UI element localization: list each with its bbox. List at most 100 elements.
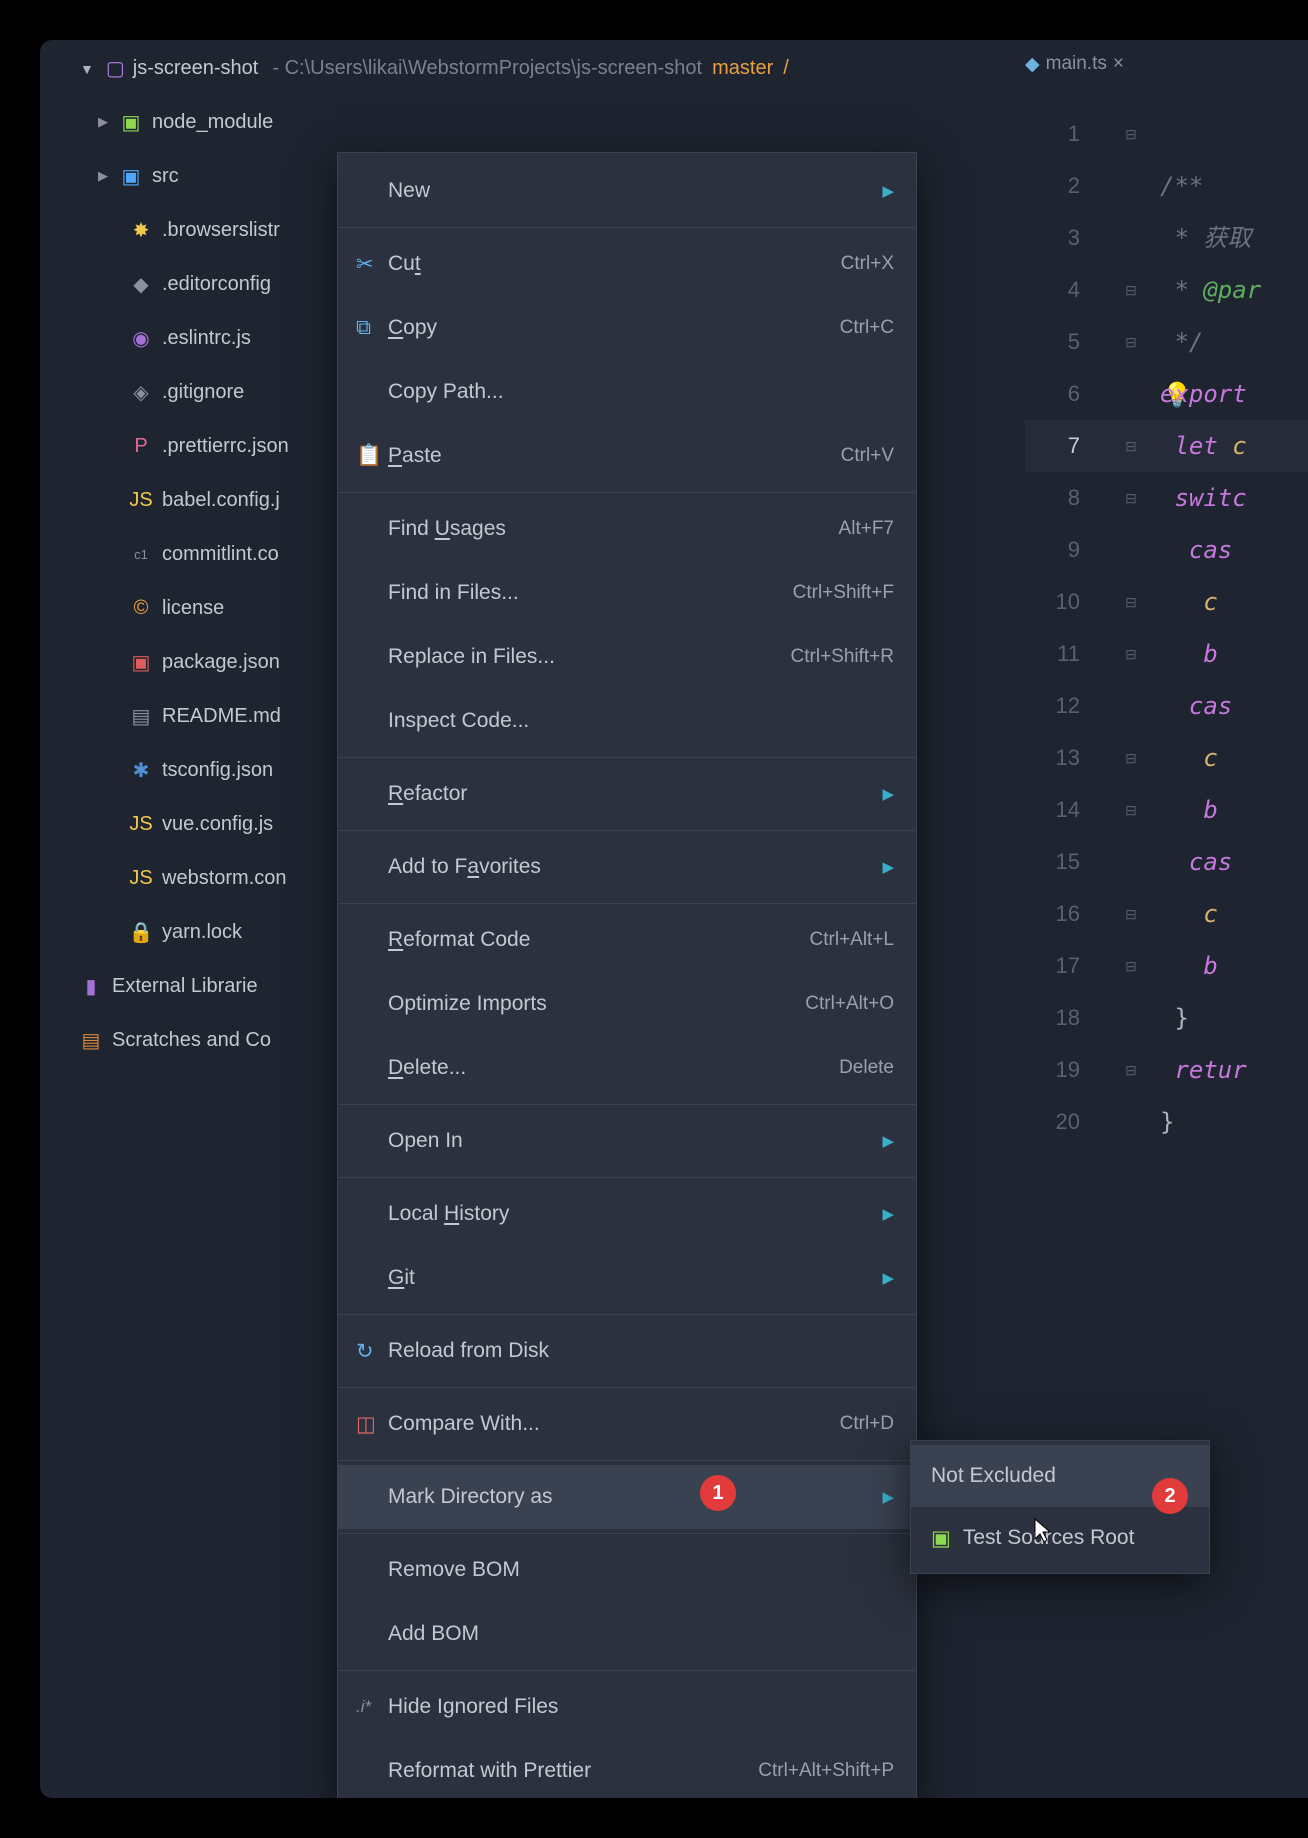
fold-marker-icon[interactable]: ⊟	[1116, 628, 1146, 680]
menu-label: Local History	[388, 1202, 874, 1226]
line-number[interactable]: 17	[1028, 940, 1080, 992]
tree-label: license	[162, 597, 224, 620]
submenu-test-sources[interactable]: ▣ Test Sources Root	[911, 1507, 1209, 1569]
annotation-badge-2: 2	[1152, 1478, 1188, 1514]
tree-label: .eslintrc.js	[162, 327, 251, 350]
line-number[interactable]: 20	[1028, 1096, 1080, 1148]
line-gutter: 1 2 3 4 5 6 7 8 9 10 11 12 13 14 15 16 1…	[1028, 108, 1080, 1148]
line-number[interactable]: 7	[1028, 420, 1080, 472]
menu-item[interactable]: ⧉CopyCtrl+C	[338, 296, 916, 360]
line-number[interactable]: 2	[1028, 160, 1080, 212]
branch-sep: /	[783, 57, 789, 80]
line-number[interactable]: 14	[1028, 784, 1080, 836]
file-icon: ◉	[130, 327, 152, 349]
tree-label: babel.config.j	[162, 489, 280, 512]
line-number[interactable]: 11	[1028, 628, 1080, 680]
menu-item[interactable]: ↻Reload from Disk	[338, 1319, 916, 1383]
code-editor[interactable]: /** * 获取 * @par */ export let c switc ca…	[1160, 108, 1308, 1200]
fold-marker-icon[interactable]: ⊟	[1116, 316, 1146, 368]
menu-separator	[338, 1387, 916, 1388]
code-token: @par	[1203, 276, 1261, 304]
menu-label: Git	[388, 1266, 874, 1290]
code-token: *	[1160, 276, 1203, 304]
fold-marker-icon[interactable]: ⊟	[1116, 108, 1146, 160]
menu-item[interactable]: Open In ▶	[338, 1109, 916, 1173]
menu-label: Copy	[388, 316, 840, 340]
menu-item[interactable]: Inspect Code...	[338, 689, 916, 753]
menu-item[interactable]: 📋PasteCtrl+V	[338, 424, 916, 488]
fold-marker-icon[interactable]: ⊟	[1116, 1044, 1146, 1096]
fold-marker-icon[interactable]: ⊟	[1116, 732, 1146, 784]
tree-label: node_module	[152, 111, 273, 134]
chevron-right-icon: ▶	[882, 785, 894, 803]
menu-item[interactable]: Add BOM	[338, 1602, 916, 1666]
fold-marker-icon[interactable]: ⊟	[1116, 472, 1146, 524]
editor-tab-main[interactable]: ◆ main.ts ×	[1025, 53, 1124, 76]
fold-marker-icon[interactable]: ⊟	[1116, 576, 1146, 628]
code-token: cas	[1189, 692, 1232, 720]
line-number[interactable]: 9	[1028, 524, 1080, 576]
line-number[interactable]: 6	[1028, 368, 1080, 420]
line-number[interactable]: 16	[1028, 888, 1080, 940]
code-token: }	[1160, 1108, 1174, 1136]
menu-item[interactable]: ◫Compare With...Ctrl+D	[338, 1392, 916, 1456]
menu-item[interactable]: Copy Path...	[338, 360, 916, 424]
line-number[interactable]: 5	[1028, 316, 1080, 368]
menu-item[interactable]: New▶	[338, 159, 916, 223]
close-icon[interactable]: ×	[1113, 53, 1124, 75]
menu-item[interactable]: Git▶	[338, 1246, 916, 1310]
menu-item[interactable]: Delete...Delete	[338, 1036, 916, 1100]
line-number[interactable]: 13	[1028, 732, 1080, 784]
fold-marker-icon[interactable]: ⊟	[1116, 784, 1146, 836]
menu-item[interactable]: ✂CutCtrl+X	[338, 232, 916, 296]
menu-separator	[338, 1460, 916, 1461]
menu-label: Copy Path...	[388, 380, 894, 404]
json-file-icon: ▣	[130, 651, 152, 673]
ts-file-icon: ◆	[1025, 53, 1040, 76]
menu-item[interactable]: Remove BOM	[338, 1538, 916, 1602]
menu-item[interactable]: Refactor▶	[338, 762, 916, 826]
line-number[interactable]: 19	[1028, 1044, 1080, 1096]
tree-label: commitlint.co	[162, 543, 279, 566]
line-number[interactable]: 10	[1028, 576, 1080, 628]
menu-item[interactable]: Local History ▶	[338, 1182, 916, 1246]
fold-marker-icon[interactable]: ⊟	[1116, 264, 1146, 316]
line-number[interactable]: 8	[1028, 472, 1080, 524]
menu-item[interactable]: Add to Favorites▶	[338, 835, 916, 899]
badge-text: 2	[1164, 1485, 1175, 1508]
line-number[interactable]: 3	[1028, 212, 1080, 264]
menu-item[interactable]: Find UsagesAlt+F7	[338, 497, 916, 561]
chevron-right-icon: ▶	[882, 1205, 894, 1223]
paste-icon: 📋	[356, 444, 386, 468]
file-icon: ◈	[130, 381, 152, 403]
chevron-right-icon[interactable]: ▶	[98, 114, 110, 130]
menu-item[interactable]: Reformat CodeCtrl+Alt+L	[338, 908, 916, 972]
menu-item[interactable]: Find in Files...Ctrl+Shift+F	[338, 561, 916, 625]
chevron-down-icon[interactable]: ▼	[80, 61, 94, 77]
menu-separator	[338, 1177, 916, 1178]
copy-icon: ⧉	[356, 316, 386, 340]
fold-marker-icon[interactable]: ⊟	[1116, 420, 1146, 472]
fold-marker-icon[interactable]: ⊟	[1116, 940, 1146, 992]
menu-item[interactable]: Replace in Files...Ctrl+Shift+R	[338, 625, 916, 689]
menu-item[interactable]: Reformat with PrettierCtrl+Alt+Shift+P	[338, 1739, 916, 1798]
menu-item[interactable]: Optimize ImportsCtrl+Alt+O	[338, 972, 916, 1036]
menu-label: Delete...	[388, 1056, 839, 1080]
fold-marker-icon[interactable]: ⊟	[1116, 888, 1146, 940]
menu-label: Paste	[388, 444, 841, 468]
menu-label: Open In	[388, 1129, 874, 1153]
line-number[interactable]: 4	[1028, 264, 1080, 316]
line-number[interactable]: 18	[1028, 992, 1080, 1044]
menu-label: Reformat Code	[388, 928, 810, 952]
tree-label: Scratches and Co	[112, 1029, 271, 1052]
menu-item[interactable]: Mark Directory as▶	[338, 1465, 916, 1529]
line-number[interactable]: 12	[1028, 680, 1080, 732]
line-number[interactable]: 15	[1028, 836, 1080, 888]
menu-separator	[338, 1533, 916, 1534]
line-number[interactable]: 1	[1028, 108, 1080, 160]
chevron-right-icon: ▶	[882, 1132, 894, 1150]
ide-window: ◆ main.ts × 1 2 3 4 5 6 7 8 9 10 11 12 1…	[40, 40, 1308, 1798]
menu-item[interactable]: .i*Hide Ignored Files	[338, 1675, 916, 1739]
context-menu[interactable]: New▶ ✂CutCtrl+X⧉CopyCtrl+C Copy Path... 📋Pa…	[337, 152, 917, 1798]
chevron-right-icon[interactable]: ▶	[98, 168, 110, 184]
